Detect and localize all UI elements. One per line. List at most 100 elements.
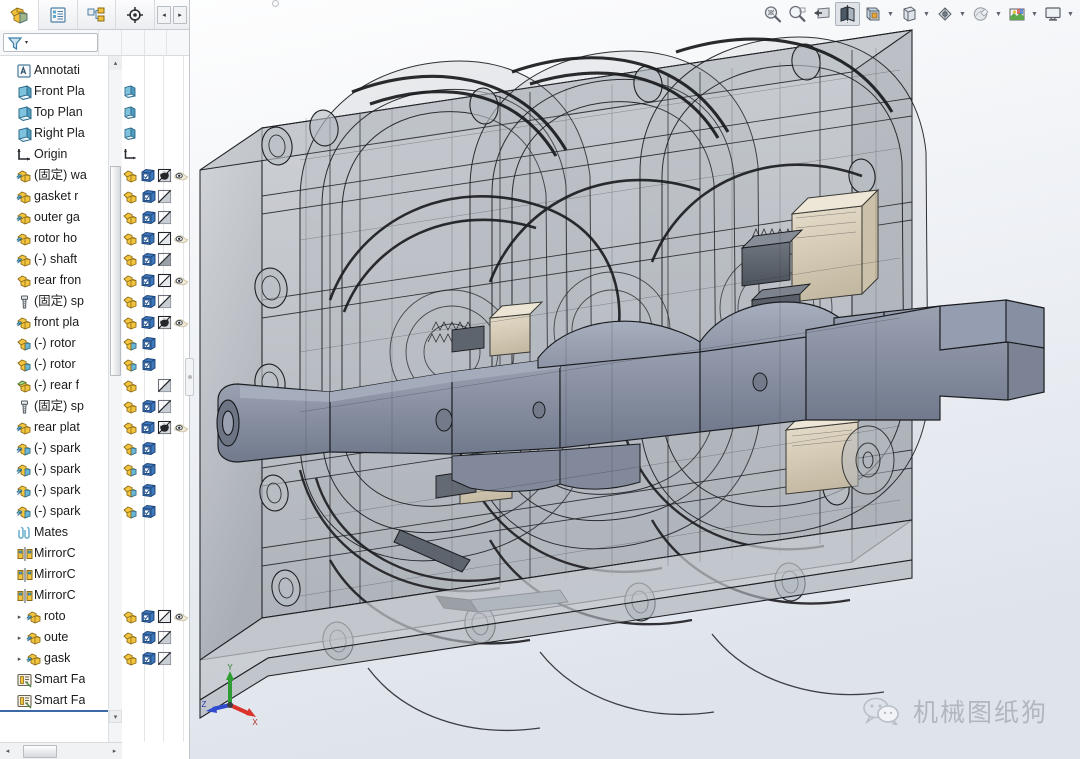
display-state-cell[interactable] bbox=[122, 399, 141, 414]
display-state-cell[interactable] bbox=[173, 231, 189, 246]
display-state-cell[interactable] bbox=[141, 651, 157, 666]
display-state-cell[interactable] bbox=[122, 84, 141, 99]
display-state-cell[interactable] bbox=[157, 378, 174, 393]
display-state-cell[interactable] bbox=[122, 168, 140, 183]
display-state-row[interactable] bbox=[122, 564, 189, 585]
tree-item[interactable]: (-) shaft bbox=[0, 249, 108, 270]
display-state-cell[interactable] bbox=[141, 189, 157, 204]
tree-item[interactable]: (固定) wa bbox=[0, 165, 108, 186]
display-state-cell[interactable] bbox=[122, 441, 141, 456]
tree-item[interactable]: outer ga bbox=[0, 207, 108, 228]
edit-appearance-caret[interactable]: ▼ bbox=[993, 2, 1004, 26]
tab-nav-prev[interactable]: ◂ bbox=[157, 5, 171, 24]
hscroll-right-arrow[interactable]: ▸ bbox=[107, 744, 122, 759]
tree-item[interactable]: (固定) sp bbox=[0, 291, 108, 312]
display-state-cell[interactable] bbox=[141, 357, 157, 372]
expand-chevron-icon[interactable]: ▸ bbox=[14, 634, 25, 642]
tree-item[interactable]: (-) spark bbox=[0, 480, 108, 501]
tree-item[interactable]: (-) rear f bbox=[0, 375, 108, 396]
tab-configuration-manager[interactable] bbox=[78, 0, 117, 29]
tree-item[interactable]: Smart Fa bbox=[0, 669, 108, 690]
tree-item[interactable]: MirrorC bbox=[0, 564, 108, 585]
display-state-row[interactable] bbox=[122, 627, 189, 648]
tab-nav-arrows[interactable]: ◂ ▸ bbox=[155, 0, 189, 29]
display-state-cell[interactable] bbox=[122, 609, 140, 624]
display-state-columns[interactable] bbox=[122, 56, 189, 742]
display-state-cell[interactable] bbox=[156, 273, 173, 288]
heads-up-view-toolbar[interactable]: ▼ ▼ ▼ ▼ ▼ ▼ bbox=[760, 1, 1076, 27]
apply-scene-caret[interactable]: ▼ bbox=[1029, 2, 1040, 26]
display-state-row[interactable] bbox=[122, 669, 189, 690]
feature-manager-tabs[interactable]: ◂ ▸ bbox=[0, 0, 189, 30]
display-state-cell[interactable] bbox=[156, 231, 173, 246]
tree-item[interactable]: (-) spark bbox=[0, 501, 108, 522]
tab-dimxpert-manager[interactable] bbox=[116, 0, 155, 29]
tree-item[interactable]: ▸ oute bbox=[0, 627, 108, 648]
display-state-cell[interactable] bbox=[173, 420, 189, 435]
display-state-cell[interactable] bbox=[141, 504, 157, 519]
display-state-row[interactable] bbox=[122, 438, 189, 459]
display-state-row[interactable] bbox=[122, 459, 189, 480]
display-state-cell[interactable] bbox=[141, 462, 157, 477]
tree-item[interactable]: rear fron bbox=[0, 270, 108, 291]
display-state-cell[interactable] bbox=[122, 231, 140, 246]
display-state-cell[interactable] bbox=[140, 231, 156, 246]
display-state-row[interactable] bbox=[122, 102, 189, 123]
display-state-cell[interactable] bbox=[122, 189, 141, 204]
display-state-cell[interactable] bbox=[173, 609, 189, 624]
display-state-row[interactable] bbox=[122, 228, 189, 249]
zoom-to-area-button[interactable] bbox=[785, 2, 810, 26]
display-state-cell[interactable] bbox=[141, 294, 157, 309]
display-state-cell[interactable] bbox=[157, 651, 174, 666]
tree-item[interactable]: ▸ gask bbox=[0, 648, 108, 669]
display-state-cell[interactable] bbox=[173, 273, 189, 288]
feature-manager-body[interactable]: Annotati Front Pla Top Plan Right Pla Origin… bbox=[0, 56, 189, 742]
display-state-cell[interactable] bbox=[156, 168, 173, 183]
tree-horizontal-scrollbar[interactable]: ◂ ▸ bbox=[0, 742, 122, 759]
tree-vertical-scrollbar[interactable]: ▴ bbox=[108, 56, 122, 742]
feature-manager-panel[interactable]: ◂ ▸ ▾ Annotati Front Pla Top Plan Right Pla… bbox=[0, 0, 190, 759]
tree-scroll-down[interactable]: ▾ bbox=[109, 710, 122, 723]
tree-item[interactable]: Smart Fa bbox=[0, 690, 108, 711]
display-state-cell[interactable] bbox=[122, 357, 141, 372]
display-state-cell[interactable] bbox=[122, 210, 141, 225]
tree-item[interactable]: front pla bbox=[0, 312, 108, 333]
display-state-row[interactable] bbox=[122, 396, 189, 417]
display-state-row[interactable] bbox=[122, 606, 189, 627]
tree-item[interactable]: (-) spark bbox=[0, 438, 108, 459]
display-state-row[interactable] bbox=[122, 690, 189, 711]
display-state-row[interactable] bbox=[122, 165, 189, 186]
display-state-cell[interactable] bbox=[140, 273, 156, 288]
display-state-row[interactable] bbox=[122, 585, 189, 606]
display-state-cell[interactable] bbox=[157, 630, 174, 645]
tab-property-manager[interactable] bbox=[39, 0, 78, 29]
display-state-cell[interactable] bbox=[122, 252, 141, 267]
tree-item[interactable]: Mates bbox=[0, 522, 108, 543]
view-settings-button[interactable] bbox=[1040, 2, 1065, 26]
display-state-row[interactable] bbox=[122, 480, 189, 501]
tree-item[interactable]: ▸ roto bbox=[0, 606, 108, 627]
display-state-row[interactable] bbox=[122, 144, 189, 165]
display-state-cell[interactable] bbox=[140, 609, 156, 624]
tree-item[interactable]: MirrorC bbox=[0, 543, 108, 564]
tree-item[interactable]: rear plat bbox=[0, 417, 108, 438]
hscroll-thumb[interactable] bbox=[23, 744, 57, 758]
display-style-button[interactable] bbox=[896, 2, 921, 26]
display-state-row[interactable] bbox=[122, 375, 189, 396]
display-state-cell[interactable] bbox=[122, 420, 140, 435]
display-state-cell[interactable] bbox=[140, 168, 156, 183]
display-state-cell[interactable] bbox=[122, 483, 141, 498]
display-state-cell[interactable] bbox=[122, 651, 141, 666]
apply-scene-button[interactable] bbox=[1004, 2, 1029, 26]
view-settings-caret[interactable]: ▼ bbox=[1065, 2, 1076, 26]
display-state-row[interactable] bbox=[122, 354, 189, 375]
display-state-cell[interactable] bbox=[122, 147, 141, 162]
expand-chevron-icon[interactable]: ▸ bbox=[14, 613, 25, 621]
display-state-cell[interactable] bbox=[141, 210, 157, 225]
display-state-cell[interactable] bbox=[140, 420, 156, 435]
display-state-row[interactable] bbox=[122, 522, 189, 543]
display-state-cell[interactable] bbox=[141, 483, 157, 498]
display-state-cell[interactable] bbox=[157, 252, 174, 267]
display-state-cell[interactable] bbox=[156, 420, 173, 435]
zoom-to-fit-button[interactable] bbox=[760, 2, 785, 26]
